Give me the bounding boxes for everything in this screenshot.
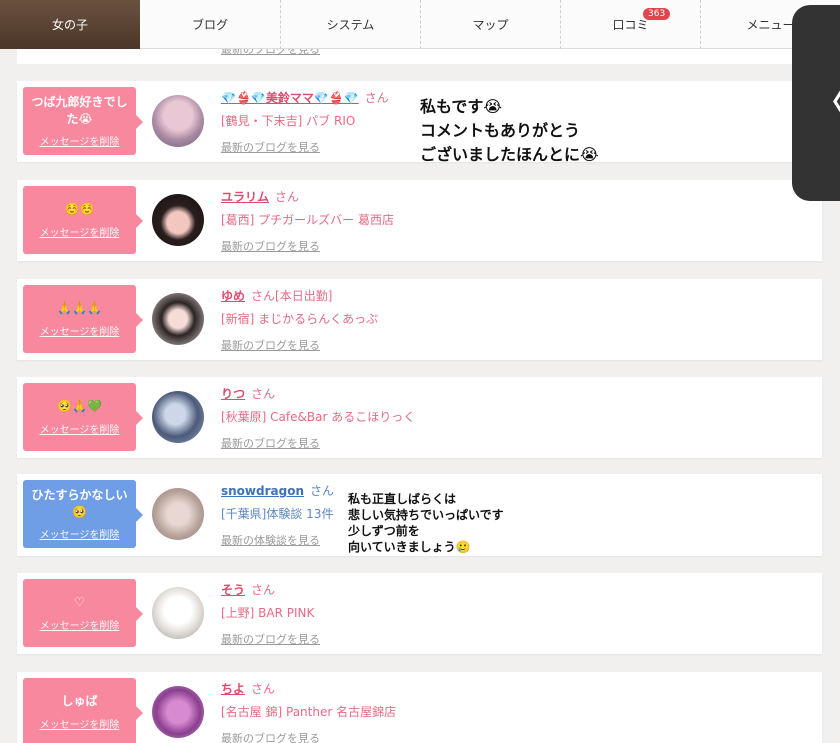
user-name-link[interactable]: snowdragon (221, 484, 304, 498)
overlay-caption-2: 私も正直しばらくは 悲しい気持ちでいっぱいです 少しずつ前を 向いていきましょう… (348, 491, 504, 555)
user-name-link[interactable]: そう (221, 583, 245, 597)
list-item: 🥺🙏💚 メッセージを削除 りつ さん [秋葉原] Cafe&Bar あるこほりっく… (17, 377, 822, 458)
tab-reviews[interactable]: 口コミ 363 (560, 0, 700, 49)
avatar[interactable] (152, 587, 204, 639)
avatar[interactable] (152, 391, 204, 443)
delete-message-link[interactable]: メッセージを削除 (40, 323, 120, 338)
honorific: さん (310, 484, 335, 498)
message-text: しゅば (61, 694, 98, 709)
delete-message-link[interactable]: メッセージを削除 (40, 716, 120, 731)
list-item: 🙏🙏🙏 メッセージを削除 ゆめ さん[本日出勤] [新宿] まじかるらんくあっぷ … (17, 279, 822, 360)
user-name-link[interactable]: ちよ (221, 682, 245, 696)
message-text: つば九郎好きでした😭 (31, 95, 128, 126)
message-bubble: ☺️☺️ メッセージを削除 (23, 186, 143, 254)
message-bubble: ひたすらかなしい🥺 メッセージを削除 (23, 480, 143, 548)
delete-message-link[interactable]: メッセージを削除 (40, 617, 120, 632)
message-bubble: つば九郎好きでした😭 メッセージを削除 (23, 87, 143, 155)
tab-blog[interactable]: ブログ (140, 0, 280, 49)
user-name-link[interactable]: ユラリム (221, 190, 269, 204)
honorific: さん (251, 289, 276, 303)
avatar[interactable] (152, 488, 204, 540)
message-bubble: ♡ メッセージを削除 (23, 579, 143, 647)
shop-label[interactable]: [葛西] プチガールズバー 葛西店 (221, 211, 394, 228)
experience-count-label[interactable]: [千葉県]体験談 13件 (221, 505, 334, 522)
message-text: ♡ (74, 595, 85, 610)
honorific: さん (251, 583, 276, 597)
latest-blog-link[interactable]: 最新のブログを見る (221, 435, 415, 451)
side-drawer-handle[interactable]: 〈 (792, 5, 840, 201)
latest-blog-link[interactable]: 最新のブログを見る (221, 139, 389, 155)
list-item: ☺️☺️ メッセージを削除 ユラリム さん [葛西] プチガールズバー 葛西店 最… (17, 180, 822, 261)
overlay-line: 私も正直しばらくは (348, 492, 457, 506)
delete-message-link[interactable]: メッセージを削除 (40, 133, 120, 148)
shop-label[interactable]: [秋葉原] Cafe&Bar あるこほりっく (221, 408, 415, 425)
shop-label[interactable]: [鶴見・下末吉] パブ RIO (221, 112, 389, 129)
message-text: ひたすらかなしい🥺 (31, 488, 128, 519)
overlay-line: 悲しい気持ちでいっぱいです (348, 508, 504, 522)
message-text: ☺️☺️ (64, 202, 95, 217)
avatar[interactable] (152, 686, 204, 738)
latest-blog-link[interactable]: 最新のブログを見る (221, 730, 396, 743)
user-name-link[interactable]: 💎👙💎美鈴ママ💎👙💎 (221, 91, 359, 105)
shop-label[interactable]: [新宿] まじかるらんくあっぷ (221, 310, 378, 327)
tab-map[interactable]: マップ (420, 0, 560, 49)
message-bubble: しゅば メッセージを削除 (23, 678, 143, 743)
review-count-badge: 363 (643, 8, 671, 20)
avatar[interactable] (152, 194, 204, 246)
delete-message-link[interactable]: メッセージを削除 (40, 526, 120, 541)
list-item: ♡ メッセージを削除 そう さん [上野] BAR PINK 最新のブログを見る (17, 573, 822, 654)
overlay-line: コメントもありがとう (420, 121, 581, 140)
overlay-line: 向いていきましょう🥲 (348, 540, 471, 554)
user-name-link[interactable]: ゆめ (221, 289, 245, 303)
tab-girls[interactable]: 女の子 (0, 0, 140, 49)
overlay-line: ございましたほんとに😭 (420, 145, 599, 164)
honorific: さん (275, 190, 300, 204)
message-text: 🙏🙏🙏 (57, 301, 102, 316)
tab-reviews-label: 口コミ (612, 18, 649, 32)
shop-label[interactable]: [上野] BAR PINK (221, 604, 320, 621)
honorific: さん (364, 91, 389, 105)
list-item: しゅば メッセージを削除 ちよ さん [名古屋 錦] Panther 名古屋錦店 … (17, 672, 822, 743)
avatar[interactable] (152, 293, 204, 345)
latest-blog-link[interactable]: 最新のブログを見る (221, 337, 378, 353)
message-text: 🥺🙏💚 (57, 399, 102, 414)
status-label: [本日出勤] (275, 289, 333, 303)
overlay-caption-1: 私もです😭 コメントもありがとう ございましたほんとに😭 (420, 95, 599, 167)
overlay-line: 私もです😭 (420, 97, 503, 116)
tab-system[interactable]: システム (280, 0, 420, 49)
latest-review-link[interactable]: 最新の体験談を見る (221, 532, 334, 548)
latest-blog-link[interactable]: 最新のブログを見る (221, 238, 394, 254)
top-nav: 女の子 ブログ システム マップ 口コミ 363 メニュー (0, 0, 840, 49)
chevron-left-icon: 〈 (806, 80, 840, 126)
delete-message-link[interactable]: メッセージを削除 (40, 421, 120, 436)
user-name-link[interactable]: りつ (221, 387, 245, 401)
message-bubble: 🥺🙏💚 メッセージを削除 (23, 383, 143, 451)
honorific: さん (251, 387, 276, 401)
shop-label[interactable]: [名古屋 錦] Panther 名古屋錦店 (221, 703, 396, 720)
avatar[interactable] (152, 95, 204, 147)
latest-blog-link[interactable]: 最新のブログを見る (221, 631, 320, 647)
delete-message-link[interactable]: メッセージを削除 (40, 224, 120, 239)
honorific: さん (251, 682, 276, 696)
message-bubble: 🙏🙏🙏 メッセージを削除 (23, 285, 143, 353)
overlay-line: 少しずつ前を (348, 524, 420, 538)
